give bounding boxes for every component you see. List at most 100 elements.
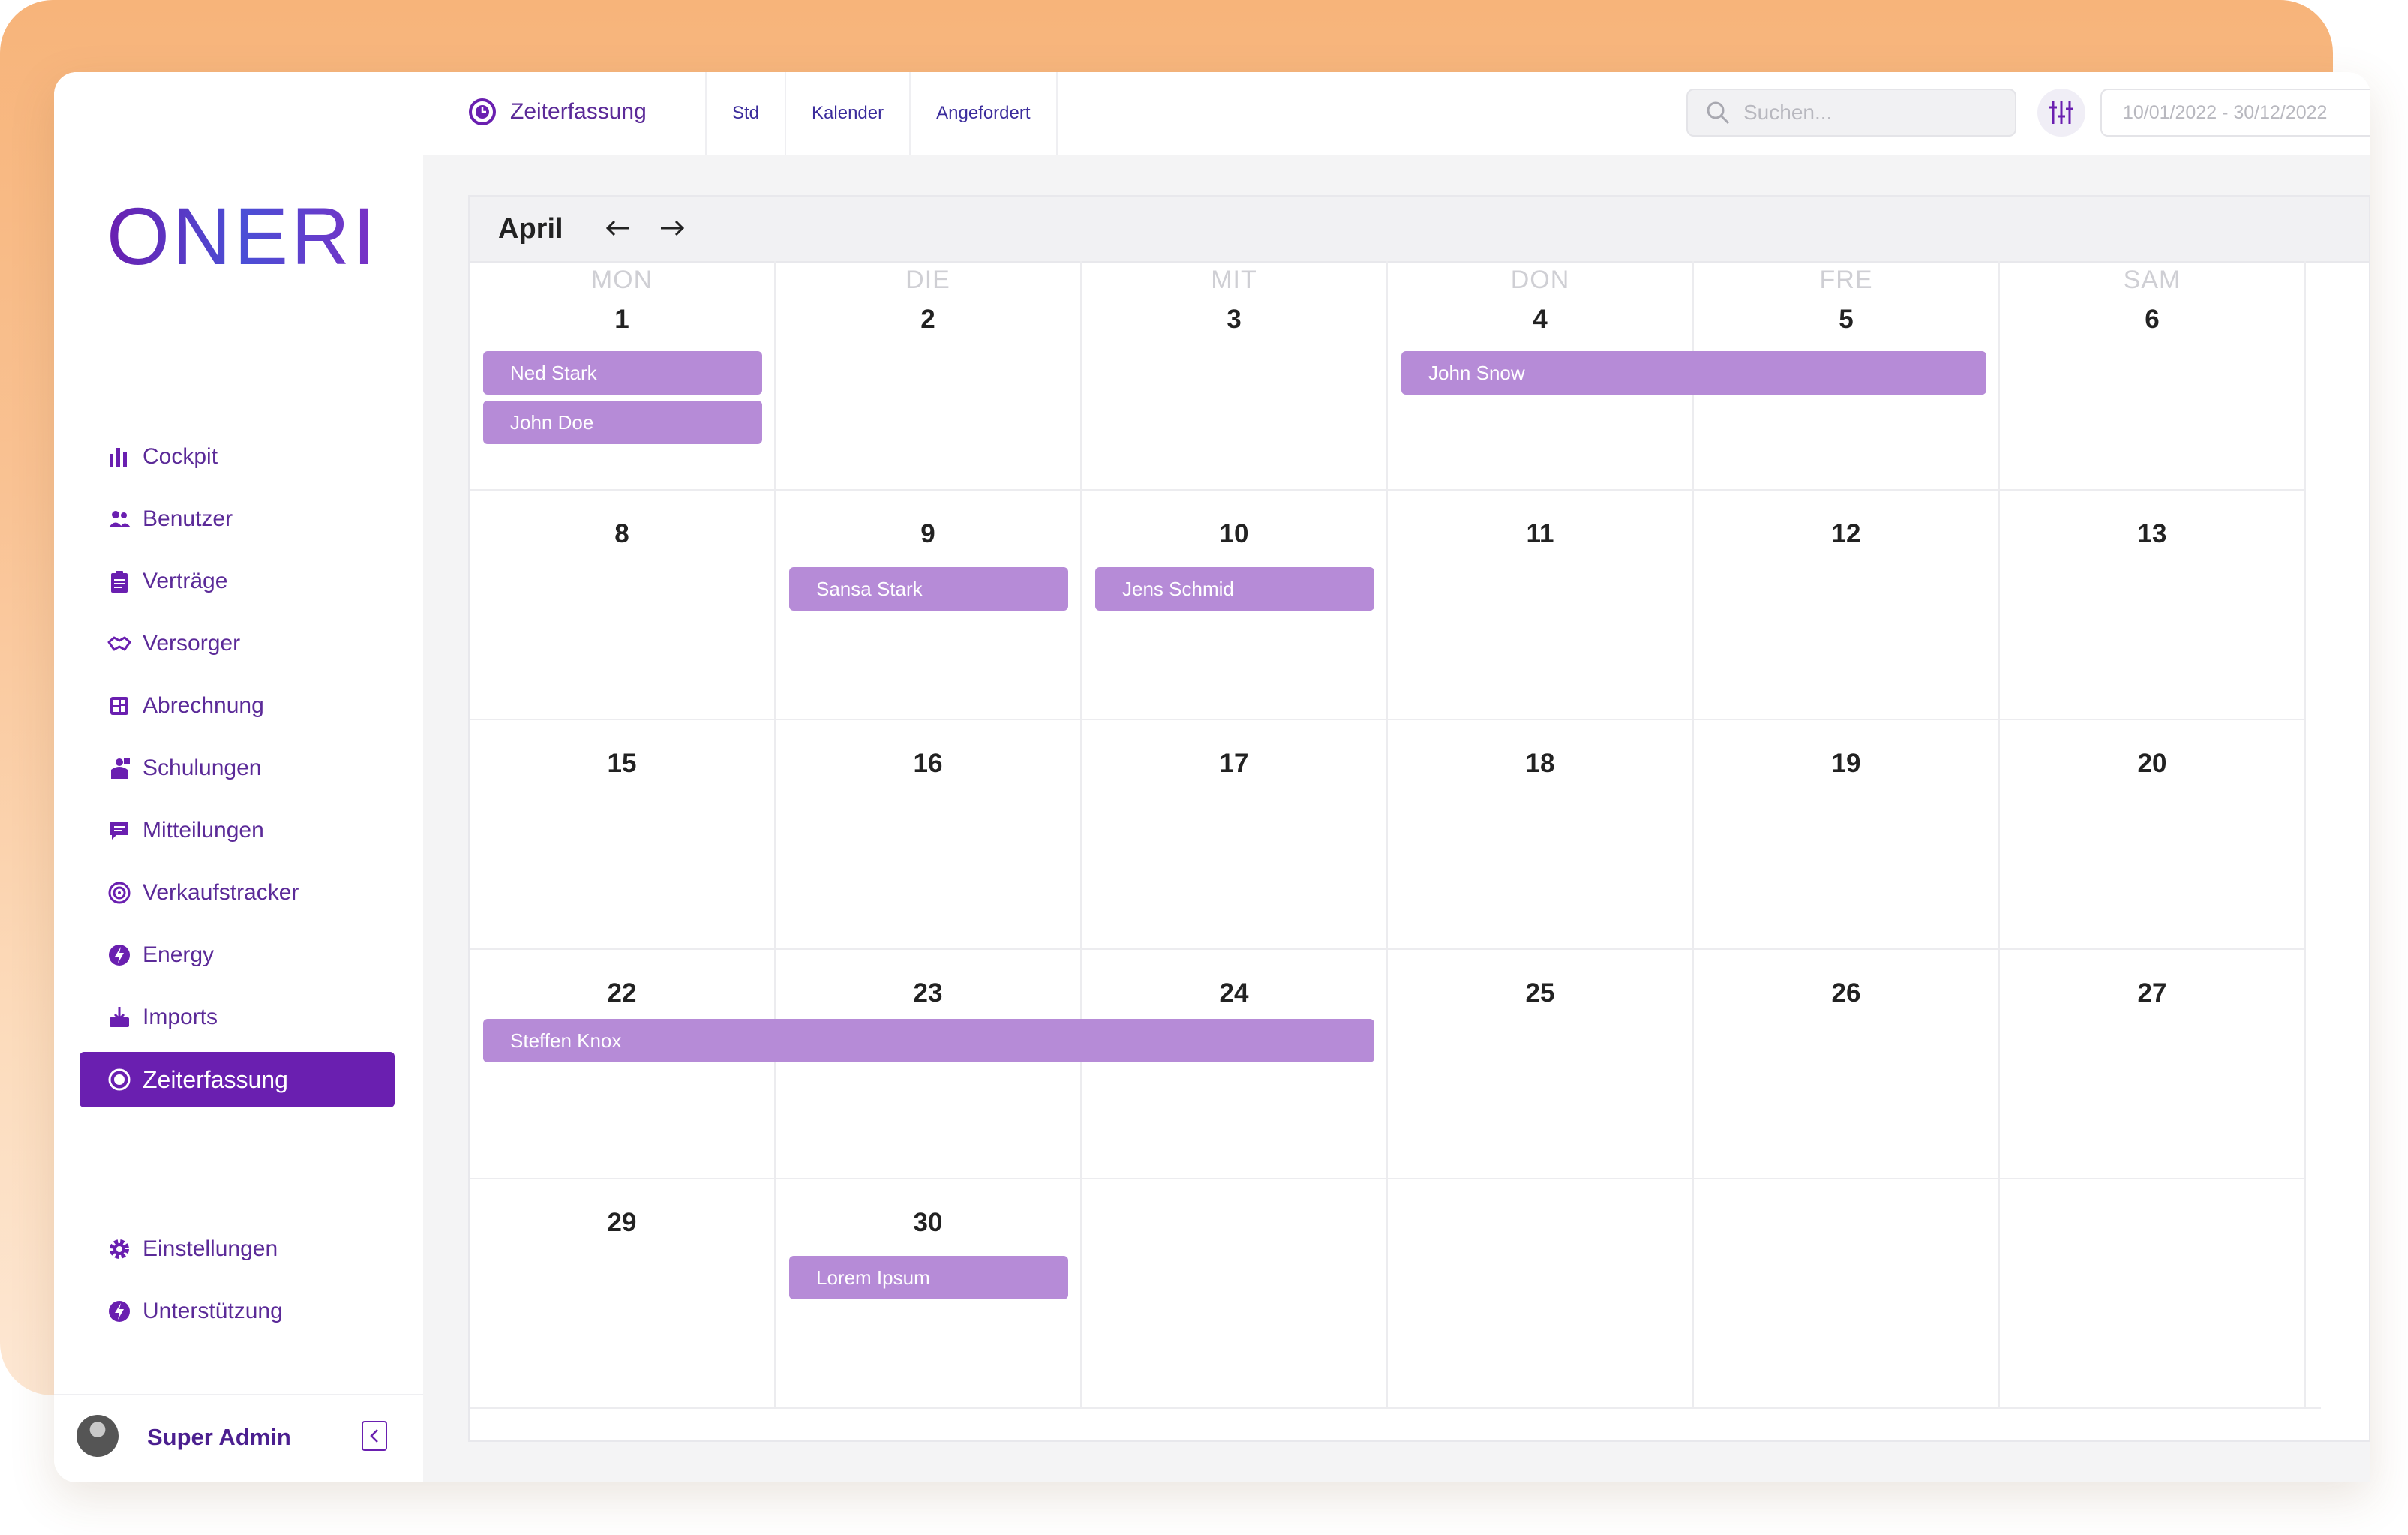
sidebar-item-energy[interactable]: Energy: [80, 927, 395, 983]
day-number: 29: [607, 1208, 637, 1237]
calendar-event[interactable]: John Snow: [1401, 351, 1986, 395]
weekday-label: SAM: [2123, 266, 2181, 294]
calendar-day-cell[interactable]: MIT 3: [1082, 261, 1388, 491]
calendar-day-cell[interactable]: 8: [470, 491, 776, 720]
calendar-day-cell[interactable]: 22: [470, 950, 776, 1179]
sidebar-item-label: Verträge: [143, 569, 228, 593]
bar-chart-icon: [107, 444, 132, 470]
handshake-icon: [107, 631, 132, 656]
sidebar-item-benutzer[interactable]: Benutzer: [80, 491, 395, 547]
day-number: 27: [2137, 978, 2167, 1008]
day-number: 11: [1526, 519, 1554, 548]
calendar-day-cell[interactable]: 27: [2000, 950, 2306, 1179]
calendar-day-cell[interactable]: 25: [1388, 950, 1694, 1179]
next-month-button[interactable]: [657, 213, 687, 243]
calendar-event[interactable]: John Doe: [483, 401, 762, 444]
day-number: 22: [607, 978, 637, 1008]
day-number: 15: [607, 749, 637, 778]
tab-kalender[interactable]: Kalender: [785, 72, 909, 155]
collapse-sidebar-button[interactable]: [362, 1421, 387, 1451]
avatar[interactable]: [77, 1415, 119, 1457]
filter-button[interactable]: [2037, 89, 2085, 137]
svg-text:ONERI: ONERI: [107, 192, 377, 281]
calendar-day-cell[interactable]: 20: [2000, 720, 2306, 950]
day-number: 23: [913, 978, 943, 1008]
calendar-day-cell[interactable]: 15: [470, 720, 776, 950]
sidebar-item-abrechnung[interactable]: Abrechnung: [80, 678, 395, 734]
sidebar-item-schulungen[interactable]: Schulungen: [80, 740, 395, 796]
sidebar-item-label: Cockpit: [143, 444, 218, 469]
calendar-day-cell[interactable]: 12: [1694, 491, 2000, 720]
calendar-event[interactable]: Steffen Knox: [483, 1019, 1374, 1062]
bolt-icon: [107, 1299, 132, 1324]
calendar-day-cell[interactable]: [1388, 1179, 1694, 1409]
calendar-day-cell[interactable]: 19: [1694, 720, 2000, 950]
sidebar-item-imports[interactable]: Imports: [80, 990, 395, 1045]
day-number: 17: [1219, 749, 1249, 778]
date-range-picker[interactable]: 10/01/2022 - 30/12/2022: [2100, 89, 2370, 137]
arrow-right-icon: [661, 220, 685, 236]
calendar-day-cell[interactable]: 17: [1082, 720, 1388, 950]
calendar-day-cell[interactable]: [1694, 1179, 2000, 1409]
calendar-day-cell[interactable]: 23: [776, 950, 1082, 1179]
day-number: 18: [1525, 749, 1555, 778]
tab-std[interactable]: Std: [705, 72, 785, 155]
calendar-day-cell[interactable]: 13: [2000, 491, 2306, 720]
prev-month-button[interactable]: [603, 213, 633, 243]
day-number: 19: [1831, 749, 1861, 778]
sidebar-item-cockpit[interactable]: Cockpit: [80, 429, 395, 485]
search-icon: [1707, 101, 1730, 125]
import-icon: [107, 1005, 132, 1030]
sidebar-footer: Super Admin: [54, 1394, 423, 1482]
calendar-day-cell[interactable]: DIE 2: [776, 261, 1082, 491]
sliders-icon: [2049, 101, 2073, 124]
calendar-day-cell[interactable]: 29: [470, 1179, 776, 1409]
sidebar-item-label: Zeiterfassung: [143, 1065, 288, 1093]
calendar-day-cell[interactable]: SAM 6: [2000, 261, 2306, 491]
calendar-event[interactable]: Jens Schmid: [1095, 567, 1374, 611]
day-number: 25: [1525, 978, 1555, 1008]
calendar-event[interactable]: Sansa Stark: [789, 567, 1068, 611]
calendar-event[interactable]: Lorem Ipsum: [789, 1256, 1068, 1299]
search-input[interactable]: [1742, 100, 1992, 125]
teacher-icon: [107, 755, 132, 781]
calendar-day-cell[interactable]: [1082, 1179, 1388, 1409]
chevron-left-icon: [370, 1429, 378, 1443]
sidebar-item-verträge[interactable]: Verträge: [80, 554, 395, 609]
sidebar-item-versorger[interactable]: Versorger: [80, 616, 395, 671]
sidebar-item-label: Unterstützung: [143, 1299, 283, 1323]
day-number: 8: [614, 519, 629, 548]
calendar-event[interactable]: Ned Stark: [483, 351, 762, 395]
tab-angefordert[interactable]: Angefordert: [909, 72, 1058, 155]
sidebar-item-label: Abrechnung: [143, 693, 264, 718]
sidebar-item-mitteilungen[interactable]: Mitteilungen: [80, 803, 395, 858]
dashboard-icon: [107, 693, 132, 719]
day-number: 10: [1219, 519, 1249, 548]
app-window: ONERI Cockpit Benutzer Verträge Versorger Ab…: [54, 72, 2370, 1482]
sidebar-nav-bottom: Einstellungen Unterstützung: [80, 1221, 395, 1346]
calendar-day-cell[interactable]: 16: [776, 720, 1082, 950]
day-number: 30: [913, 1208, 943, 1237]
weekday-label: MIT: [1211, 266, 1257, 294]
bolt-icon: [107, 942, 132, 968]
day-number: 1: [614, 305, 629, 334]
calendar-day-cell[interactable]: 11: [1388, 491, 1694, 720]
day-number: 9: [920, 519, 935, 548]
target-icon: [107, 880, 132, 906]
weekday-label: DIE: [905, 266, 950, 294]
calendar-day-cell[interactable]: [2000, 1179, 2306, 1409]
user-name[interactable]: Super Admin: [147, 1424, 291, 1451]
sidebar-item-zeiterfassung[interactable]: Zeiterfassung: [80, 1052, 395, 1107]
day-number: 16: [913, 749, 943, 778]
sidebar-item-label: Benutzer: [143, 506, 233, 531]
sidebar-item-label: Schulungen: [143, 755, 262, 780]
sidebar-item-unterstützung[interactable]: Unterstützung: [80, 1284, 395, 1339]
sidebar-item-einstellungen[interactable]: Einstellungen: [80, 1221, 395, 1277]
search-box: [1686, 89, 2016, 137]
calendar: April MON 1 DIE 2 MIT 3 DON 4 FRE 5 SAM 6 8 9 10 11 12 13…: [468, 195, 2370, 1442]
calendar-day-cell[interactable]: 24: [1082, 950, 1388, 1179]
sidebar-item-verkaufstracker[interactable]: Verkaufstracker: [80, 865, 395, 921]
calendar-day-cell[interactable]: 18: [1388, 720, 1694, 950]
calendar-day-cell[interactable]: 26: [1694, 950, 2000, 1179]
gear-icon: [107, 1236, 132, 1262]
